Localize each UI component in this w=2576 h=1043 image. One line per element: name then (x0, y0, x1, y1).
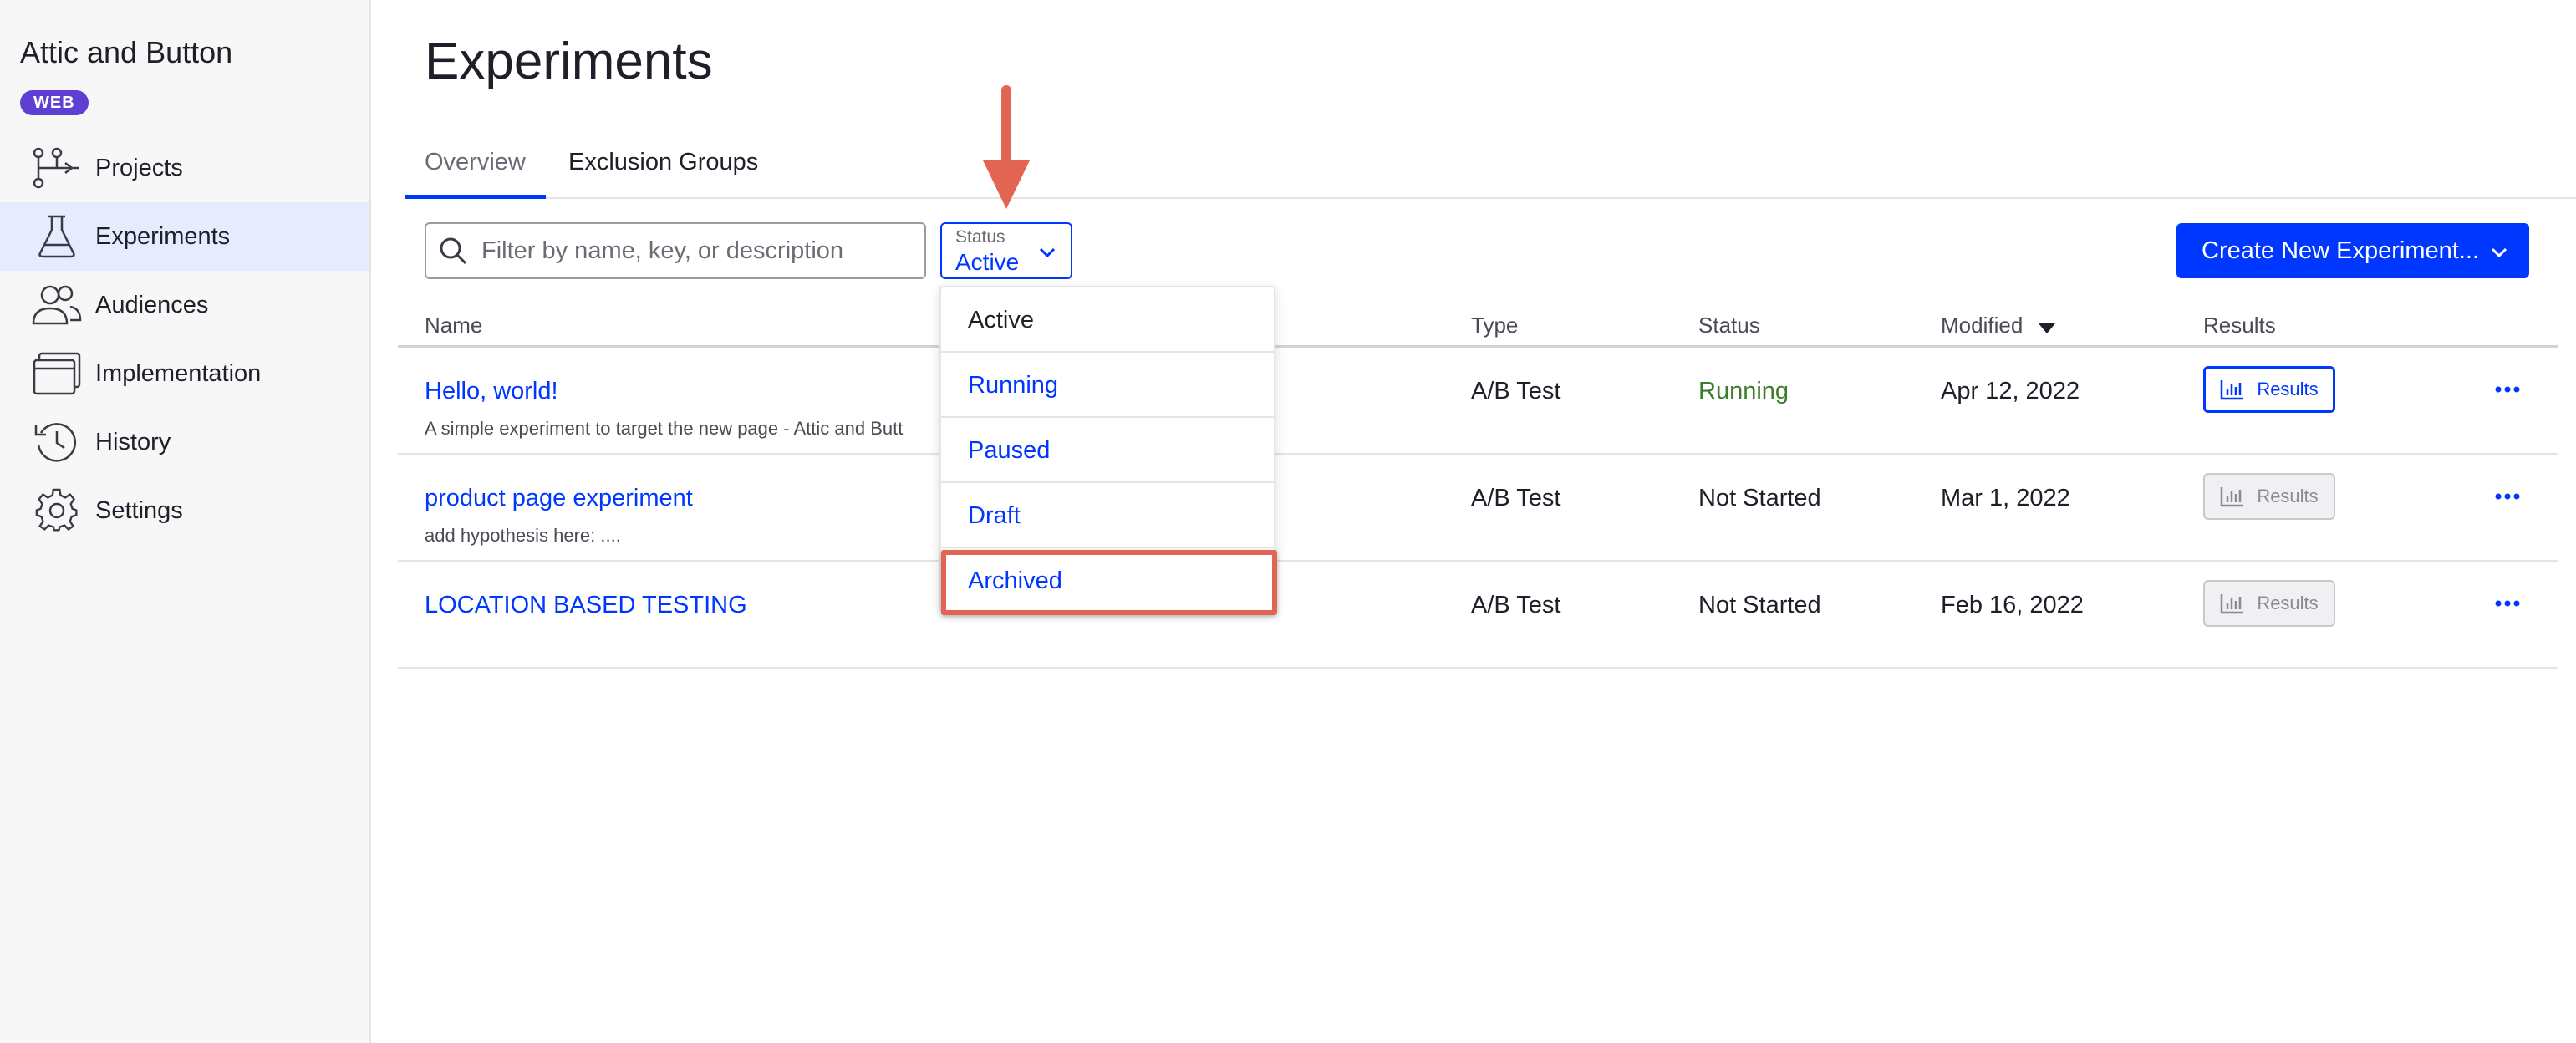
chevron-down-icon (1036, 241, 1059, 268)
page-title: Experiments (425, 33, 713, 90)
chevron-down-icon[interactable] (2489, 242, 2509, 269)
results-button-label: Results (2257, 379, 2319, 399)
implementation-icon (32, 349, 82, 399)
sidebar-item-history[interactable]: History (0, 408, 369, 476)
sidebar-item-label: Projects (95, 154, 183, 181)
table-row[interactable]: product page experiment add hypothesis h… (398, 455, 2558, 562)
sidebar-item-label: Settings (95, 496, 183, 524)
status-option-paused[interactable]: Paused (941, 418, 1274, 483)
experiment-description: add hypothesis here: .... (425, 525, 621, 546)
projects-icon (32, 143, 82, 193)
tab-exclusion-groups[interactable]: Exclusion Groups (548, 145, 778, 197)
sort-descending-icon (2038, 314, 2056, 340)
bar-chart-icon (2221, 594, 2244, 614)
search-field[interactable] (425, 222, 926, 279)
status-option-draft[interactable]: Draft (941, 483, 1274, 548)
experiment-modified-date: Feb 16, 2022 (1941, 592, 2084, 618)
experiment-name-link[interactable]: LOCATION BASED TESTING (425, 592, 747, 619)
status-option-running[interactable]: Running (941, 353, 1274, 418)
more-actions-icon[interactable] (2491, 480, 2524, 513)
sidebar-item-label: Experiments (95, 222, 231, 250)
search-input[interactable] (481, 237, 916, 265)
experiment-status: Not Started (1698, 485, 1821, 511)
sidebar-item-label: Implementation (95, 359, 262, 387)
sidebar-item-audiences[interactable]: Audiences (0, 271, 369, 339)
status-filter-select[interactable]: Status Active (940, 222, 1072, 279)
sidebar-item-projects[interactable]: Projects (0, 134, 369, 202)
experiment-type: A/B Test (1471, 485, 1561, 511)
table-row[interactable]: LOCATION BASED TESTING A/B Test Not Star… (398, 562, 2558, 669)
annotation-arrow-icon (978, 84, 1036, 221)
bar-chart-icon (2221, 487, 2244, 507)
column-header-type[interactable]: Type (1471, 313, 1518, 338)
sidebar-item-label: Audiences (95, 291, 209, 318)
audiences-icon (32, 280, 82, 330)
results-button-label: Results (2257, 593, 2319, 613)
create-button-label: Create New Experiment... (2202, 237, 2480, 264)
column-header-name[interactable]: Name (425, 313, 482, 338)
sidebar-nav: Projects Experiments Audiences Implement… (0, 134, 369, 545)
status-option-archived[interactable]: Archived (941, 548, 1274, 613)
column-header-results: Results (2203, 313, 2276, 338)
gear-icon (32, 486, 82, 536)
status-filter-label: Status (955, 227, 1005, 247)
experiments-table: Name Type Status Modified Results Hello,… (398, 301, 2558, 669)
flask-icon (32, 211, 82, 262)
results-button: Results (2203, 473, 2335, 520)
status-filter-value: Active (955, 249, 1020, 275)
search-icon (438, 234, 471, 267)
sidebar-item-experiments[interactable]: Experiments (0, 202, 369, 271)
results-button[interactable]: Results (2203, 366, 2335, 413)
sidebar-item-label: History (95, 428, 171, 455)
sidebar: Attic and Button WEB Projects Experiment… (0, 0, 371, 1043)
experiment-status: Not Started (1698, 592, 1821, 618)
table-row[interactable]: Hello, world! A simple experiment to tar… (398, 348, 2558, 455)
experiment-modified-date: Apr 12, 2022 (1941, 378, 2080, 404)
history-icon (32, 417, 82, 467)
platform-badge: WEB (20, 90, 89, 115)
results-button: Results (2203, 580, 2335, 627)
tab-overview[interactable]: Overview (405, 145, 546, 199)
sidebar-item-implementation[interactable]: Implementation (0, 339, 369, 408)
experiment-type: A/B Test (1471, 378, 1561, 404)
results-button-label: Results (2257, 486, 2319, 506)
status-option-active[interactable]: Active (941, 287, 1274, 353)
bar-chart-icon (2221, 380, 2244, 400)
experiment-status: Running (1698, 378, 1789, 404)
status-dropdown-menu: Active Running Paused Draft Archived (939, 286, 1275, 612)
more-actions-icon[interactable] (2491, 373, 2524, 406)
column-header-status[interactable]: Status (1698, 313, 1760, 338)
experiment-name-link[interactable]: product page experiment (425, 485, 693, 512)
experiment-description: A simple experiment to target the new pa… (425, 418, 904, 439)
column-header-label: Modified (1941, 313, 2024, 338)
experiment-name-link[interactable]: Hello, world! (425, 378, 558, 405)
more-actions-icon[interactable] (2491, 587, 2524, 620)
experiment-modified-date: Mar 1, 2022 (1941, 485, 2070, 511)
project-name[interactable]: Attic and Button (20, 35, 232, 70)
sidebar-item-settings[interactable]: Settings (0, 476, 369, 545)
table-header: Name Type Status Modified Results (398, 301, 2558, 348)
tab-bar: Overview Exclusion Groups (405, 134, 2576, 199)
column-header-modified[interactable]: Modified (1941, 313, 2056, 340)
experiment-type: A/B Test (1471, 592, 1561, 618)
create-new-experiment-button[interactable]: Create New Experiment... (2176, 223, 2529, 278)
